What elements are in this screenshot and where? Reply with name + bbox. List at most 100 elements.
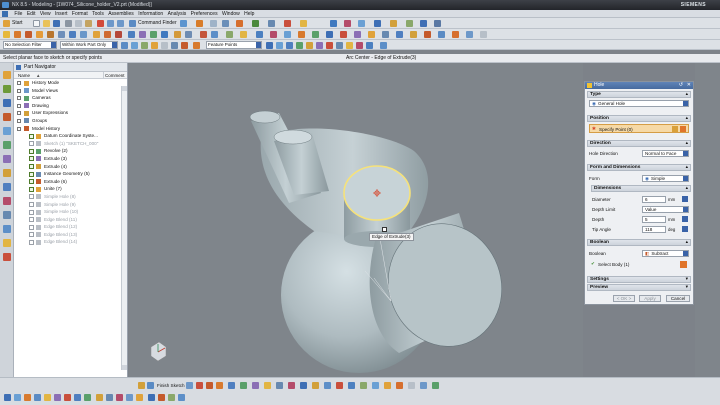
depth-input[interactable]: 5 — [642, 216, 666, 223]
isometric-view-icon[interactable] — [54, 394, 61, 401]
layer-settings-icon[interactable] — [178, 394, 185, 401]
navigator-row[interactable]: Groups — [14, 117, 127, 125]
system-materials-icon[interactable] — [3, 169, 11, 177]
selection-filter-dropdown[interactable]: No Selection Filter — [3, 41, 57, 49]
expand-toggle-icon[interactable] — [17, 126, 21, 131]
model-canvas[interactable] — [129, 63, 583, 377]
navigator-scrollbar[interactable] — [121, 86, 127, 370]
scroll-up-icon[interactable] — [122, 86, 127, 91]
visibility-checkbox[interactable] — [29, 239, 34, 245]
face-filter-icon[interactable] — [171, 41, 178, 49]
menu-edit[interactable]: Edit — [27, 10, 36, 18]
graphics-right-area[interactable] — [695, 63, 720, 377]
top-view-icon[interactable] — [64, 394, 71, 401]
inferred-icon[interactable] — [408, 382, 415, 389]
snap-quadrant-icon[interactable] — [316, 41, 323, 49]
command-finder-icon[interactable] — [129, 20, 136, 27]
specify-point-row[interactable]: ✱ Specify Point (0) — [589, 124, 689, 133]
boolean-section[interactable]: Boolean ▴ — [587, 239, 691, 246]
menu-format[interactable]: Format — [72, 10, 88, 18]
expand-toggle-icon[interactable] — [17, 103, 21, 108]
show-constraints-icon[interactable] — [372, 382, 379, 389]
visibility-checkbox[interactable] — [29, 224, 34, 230]
ok-button[interactable]: < OK > — [613, 295, 635, 302]
corner-icon[interactable] — [324, 382, 331, 389]
navigator-row[interactable]: Edge Blend (14) — [14, 238, 127, 246]
hole-dialog-title-bar[interactable]: Hole ↺ ✕ — [585, 82, 693, 89]
diameter-menu-icon[interactable] — [682, 196, 688, 202]
unite-icon[interactable] — [93, 31, 100, 38]
manufacturing-wizard-icon[interactable] — [3, 197, 11, 205]
show-icon[interactable] — [148, 394, 155, 401]
hole-direction-dropdown[interactable]: Normal to Face — [642, 150, 689, 157]
revolve-icon[interactable] — [25, 31, 32, 38]
menu-file[interactable]: File — [14, 10, 22, 18]
render-icon[interactable] — [344, 20, 351, 27]
navigator-row[interactable]: Edge Blend (13) — [14, 231, 127, 239]
shaded-icon[interactable] — [96, 394, 103, 401]
sketch-icon[interactable] — [3, 31, 10, 38]
arc-icon[interactable] — [206, 382, 213, 389]
visibility-checkbox[interactable] — [29, 141, 34, 147]
graphics-window[interactable]: Edge of Extrude(3) — [129, 63, 583, 377]
settings-icon[interactable] — [434, 20, 441, 27]
web-browser-icon[interactable] — [3, 141, 11, 149]
menu-preferences[interactable]: Preferences — [191, 10, 218, 18]
menu-assemblies[interactable]: Assemblies — [108, 10, 134, 18]
expand-icon[interactable]: ▾ — [686, 285, 688, 291]
extrude-icon[interactable] — [14, 31, 21, 38]
mirror-curve-icon[interactable] — [420, 382, 427, 389]
dimensions-subsection[interactable]: Dimensions ▴ — [591, 185, 691, 192]
collapse-icon[interactable]: ▴ — [686, 240, 688, 246]
history-icon[interactable] — [3, 155, 11, 163]
dropdown-arrow-icon[interactable] — [683, 151, 688, 156]
menu-tools[interactable]: Tools — [92, 10, 104, 18]
paste-icon[interactable] — [85, 20, 92, 27]
tip-angle-input[interactable]: 118 — [642, 226, 666, 233]
boolean-dropdown[interactable]: ◧ Subtract — [642, 250, 689, 257]
visibility-checkbox[interactable] — [29, 148, 34, 154]
snap-points-dropdown[interactable]: Feature Points — [206, 41, 262, 49]
orient-icon[interactable] — [390, 20, 397, 27]
fit-icon[interactable] — [4, 394, 11, 401]
dimension-icon[interactable] — [348, 382, 355, 389]
open-folder-icon[interactable] — [43, 20, 50, 27]
tube-front-end[interactable] — [273, 129, 313, 145]
snap-grid-icon[interactable] — [380, 41, 387, 49]
fillet-icon[interactable] — [228, 382, 235, 389]
wireframe-icon[interactable] — [106, 394, 113, 401]
reuse-library-icon[interactable] — [3, 113, 11, 121]
dropdown-arrow-icon[interactable] — [683, 176, 688, 181]
pattern-curve-icon[interactable] — [432, 382, 439, 389]
snap-intersect-icon[interactable] — [296, 41, 303, 49]
snap-on-curve-icon[interactable] — [336, 41, 343, 49]
dropdown-arrow-icon[interactable] — [683, 101, 688, 106]
undo-icon[interactable] — [107, 20, 114, 27]
visibility-checkbox[interactable] — [29, 156, 34, 162]
fit-view-icon[interactable] — [466, 31, 473, 38]
snap-bounded-icon[interactable] — [356, 41, 363, 49]
feature-filter-icon[interactable] — [151, 41, 158, 49]
analysis-icon[interactable] — [300, 20, 307, 27]
attribute-icon[interactable] — [438, 31, 445, 38]
layout-icon[interactable] — [374, 20, 381, 27]
auto-constrain-icon[interactable] — [360, 382, 367, 389]
expand-icon[interactable]: ▾ — [686, 277, 688, 283]
offset-face-icon[interactable] — [226, 31, 233, 38]
studio-icon[interactable] — [116, 394, 123, 401]
show-hide-icon[interactable] — [268, 20, 275, 27]
roles-icon[interactable] — [3, 211, 11, 219]
navigator-row[interactable]: Model Views — [14, 87, 127, 95]
through-curves-icon[interactable] — [326, 31, 333, 38]
edge-blend-icon[interactable] — [128, 31, 135, 38]
snap-control-icon[interactable] — [286, 41, 293, 49]
form-dimensions-section[interactable]: Form and Dimensions ▴ — [587, 164, 691, 171]
alternate-solution-icon[interactable] — [396, 382, 403, 389]
visibility-checkbox[interactable] — [29, 194, 34, 200]
datum-axis-icon[interactable] — [80, 31, 87, 38]
spline-icon[interactable] — [264, 382, 271, 389]
snap-mid-icon[interactable] — [276, 41, 283, 49]
rotate-icon[interactable] — [24, 394, 31, 401]
front-view-icon[interactable] — [74, 394, 81, 401]
profile-icon[interactable] — [186, 382, 193, 389]
